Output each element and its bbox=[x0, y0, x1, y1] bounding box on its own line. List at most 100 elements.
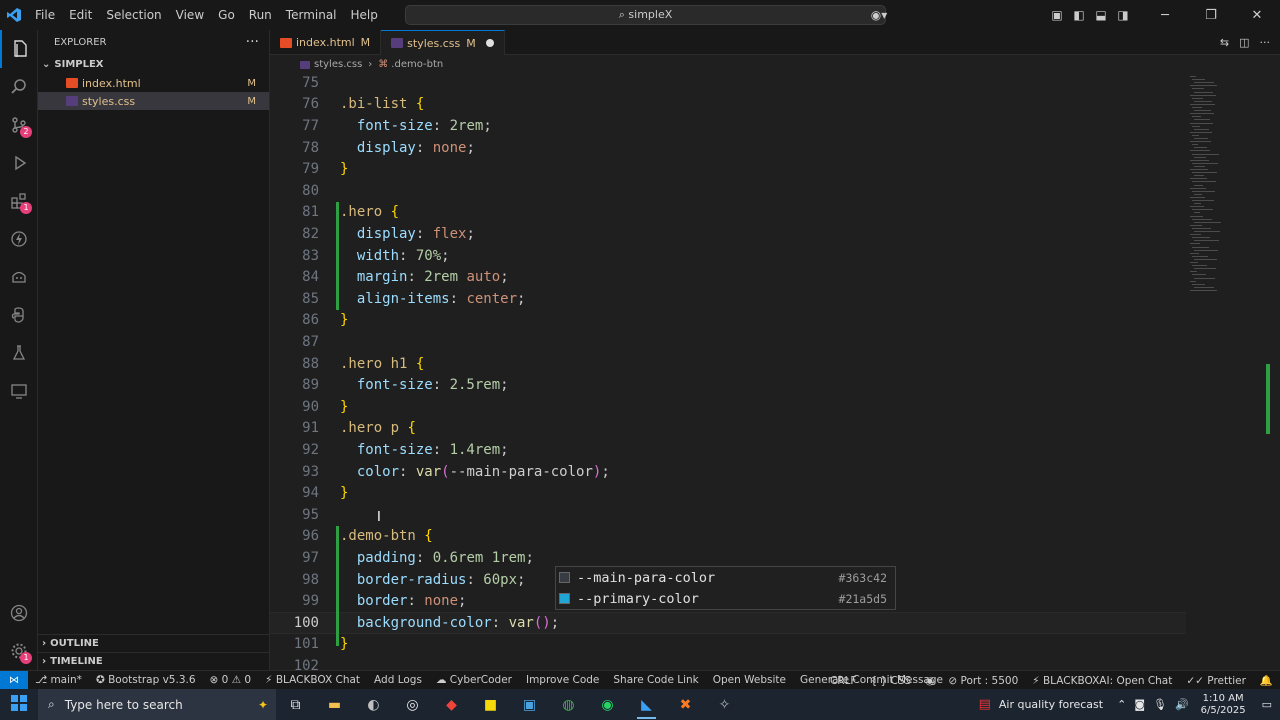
volume-icon[interactable]: 🔊 bbox=[1175, 698, 1189, 711]
taskbar-search-input[interactable]: ⌕ Type here to search ✦ bbox=[38, 689, 276, 720]
code-line[interactable]: 87 bbox=[270, 331, 1186, 353]
code-line[interactable]: 79} bbox=[270, 158, 1186, 180]
code-line[interactable]: 101} bbox=[270, 634, 1186, 656]
chrome-icon[interactable]: ◍ bbox=[549, 689, 588, 720]
remote-indicator-icon[interactable]: ⋈ bbox=[0, 670, 28, 690]
remote-explorer-icon[interactable] bbox=[0, 372, 38, 410]
improve-code[interactable]: Improve Code bbox=[519, 674, 606, 686]
code-line[interactable]: 90} bbox=[270, 396, 1186, 418]
code-line[interactable]: 96 .demo-btn { bbox=[270, 526, 1186, 548]
github-copilot-icon[interactable] bbox=[0, 258, 38, 296]
obs-icon[interactable]: ◎ bbox=[393, 689, 432, 720]
copilot-icon[interactable]: ◉▾ bbox=[862, 8, 896, 22]
code-line[interactable]: 92 font-size: 1.4rem; bbox=[270, 439, 1186, 461]
task-view-icon[interactable]: ⧉ bbox=[276, 689, 315, 720]
share-code-link[interactable]: Share Code Link bbox=[606, 674, 705, 686]
cybercoder[interactable]: ☁ CyberCoder bbox=[429, 674, 519, 686]
language-mode[interactable]: { } CSS bbox=[863, 675, 918, 687]
prettier-status[interactable]: ✓✓ Prettier bbox=[1179, 675, 1253, 687]
notification-center-icon[interactable]: ▭ bbox=[1262, 698, 1272, 711]
code-line[interactable]: 80 bbox=[270, 180, 1186, 202]
account-icon[interactable] bbox=[0, 594, 38, 632]
menu-selection[interactable]: Selection bbox=[99, 0, 168, 30]
terminal-app-icon[interactable]: ▣ bbox=[510, 689, 549, 720]
blackboxai-open-chat[interactable]: ⚡ BLACKBOXAI: Open Chat bbox=[1025, 675, 1179, 687]
minimap[interactable] bbox=[1186, 74, 1270, 670]
unsaved-dot-icon[interactable] bbox=[485, 39, 494, 47]
menu-terminal[interactable]: Terminal bbox=[279, 0, 344, 30]
file-explorer-icon[interactable]: ▬ bbox=[315, 689, 354, 720]
menu-run[interactable]: Run bbox=[242, 0, 279, 30]
sticky-notes-icon[interactable]: ■ bbox=[471, 689, 510, 720]
notifications-bell-icon[interactable]: 🔔 bbox=[1253, 674, 1280, 687]
line-ending[interactable]: CRLF bbox=[823, 675, 864, 687]
copilot-status-icon[interactable]: ◉ bbox=[918, 675, 941, 687]
app-icon[interactable]: ◐ bbox=[354, 689, 393, 720]
toggle-primary-sidebar-icon[interactable]: ◧ bbox=[1068, 8, 1090, 22]
open-changes-icon[interactable]: ⇆ bbox=[1220, 36, 1229, 49]
code-line[interactable]: 94} bbox=[270, 482, 1186, 504]
menu-edit[interactable]: Edit bbox=[62, 0, 99, 30]
toggle-secondary-sidebar-icon[interactable]: ◨ bbox=[1112, 8, 1134, 22]
file-styles-css[interactable]: styles.css M bbox=[38, 92, 269, 110]
vscode-taskbar-icon[interactable]: ◣ bbox=[627, 689, 666, 720]
add-logs[interactable]: Add Logs bbox=[367, 674, 429, 686]
menu-help[interactable]: Help bbox=[344, 0, 385, 30]
code-line[interactable]: 85 align-items: center; bbox=[270, 288, 1186, 310]
source-control-icon[interactable]: 2 bbox=[0, 106, 38, 144]
breadcrumb-symbol[interactable]: .demo-btn bbox=[391, 59, 443, 70]
whatsapp-icon[interactable]: ◉ bbox=[588, 689, 627, 720]
tab-styles-css[interactable]: styles.css M bbox=[381, 30, 505, 55]
code-line[interactable]: 86} bbox=[270, 310, 1186, 332]
menu-go[interactable]: Go bbox=[211, 0, 242, 30]
maximize-button[interactable]: ❐ bbox=[1188, 8, 1234, 23]
code-line[interactable]: 77 font-size: 2rem; bbox=[270, 115, 1186, 137]
menu-file[interactable]: File bbox=[28, 0, 62, 30]
menu-view[interactable]: View bbox=[169, 0, 211, 30]
code-line[interactable]: 91 .hero p { bbox=[270, 418, 1186, 440]
close-button[interactable]: ✕ bbox=[1234, 8, 1280, 23]
xampp-icon[interactable]: ✖ bbox=[666, 689, 705, 720]
manage-gear-icon[interactable]: 1 bbox=[0, 632, 38, 670]
toggle-panel-icon[interactable]: ⬓ bbox=[1090, 8, 1112, 22]
more-actions-icon[interactable]: ··· bbox=[1260, 36, 1271, 49]
code-line[interactable]: 83 width: 70%; bbox=[270, 245, 1186, 267]
anydesk-icon[interactable]: ◆ bbox=[432, 689, 471, 720]
code-line[interactable]: 84 margin: 2rem auto; bbox=[270, 266, 1186, 288]
git-branch[interactable]: ⎇ main* bbox=[28, 674, 89, 686]
run-debug-icon[interactable] bbox=[0, 144, 38, 182]
bootstrap-version[interactable]: ✪ Bootstrap v5.3.6 bbox=[89, 674, 203, 686]
app-settings-icon[interactable]: ✧ bbox=[705, 689, 744, 720]
suggestion-item[interactable]: --primary-color #21a5d5 bbox=[556, 588, 895, 609]
customize-layout-icon[interactable]: ▣ bbox=[1046, 8, 1068, 22]
testing-flask-icon[interactable] bbox=[0, 334, 38, 372]
more-actions-icon[interactable]: ··· bbox=[246, 34, 259, 50]
camera-icon[interactable]: ◙ bbox=[1134, 698, 1145, 711]
weather-label[interactable]: Air quality forecast bbox=[999, 698, 1103, 711]
explorer-icon[interactable] bbox=[0, 30, 38, 68]
problems-count[interactable]: ⊗ 0 ⚠ 0 bbox=[203, 674, 259, 686]
file-index-html[interactable]: index.html M bbox=[38, 74, 269, 92]
code-line[interactable]: 75 bbox=[270, 74, 1186, 94]
code-line[interactable]: 102 bbox=[270, 655, 1186, 670]
system-clock[interactable]: 1:10 AM 6/5/2025 bbox=[1193, 693, 1254, 717]
split-editor-icon[interactable]: ◫ bbox=[1239, 36, 1249, 49]
code-line[interactable]: 89 font-size: 2.5rem; bbox=[270, 374, 1186, 396]
show-hidden-icons-icon[interactable]: ⌃ bbox=[1117, 698, 1126, 711]
microphone-icon[interactable]: 🎙 bbox=[1153, 698, 1167, 711]
scrollbar-thumb[interactable] bbox=[1266, 364, 1270, 434]
code-line[interactable]: 95 bbox=[270, 504, 1186, 526]
python-icon[interactable] bbox=[0, 296, 38, 334]
tab-index-html[interactable]: index.html M bbox=[270, 30, 382, 55]
windows-start-icon[interactable] bbox=[0, 694, 38, 715]
search-icon[interactable] bbox=[0, 68, 38, 106]
suggestion-item[interactable]: --main-para-color #363c42 bbox=[556, 567, 895, 588]
minimize-button[interactable]: ─ bbox=[1142, 8, 1188, 23]
blackbox-chat[interactable]: ⚡ BLACKBOX Chat bbox=[258, 674, 367, 686]
code-line[interactable]: 76 .bi-list { bbox=[270, 94, 1186, 116]
code-line[interactable]: 100 background-color: var(); bbox=[270, 612, 1186, 634]
breadcrumb-file[interactable]: styles.css bbox=[314, 59, 362, 70]
folder-simplex[interactable]: ⌄ SIMPLEX bbox=[38, 54, 269, 74]
outline-section[interactable]: › OUTLINE bbox=[38, 634, 270, 652]
live-server-port[interactable]: ⊘ Port : 5500 bbox=[941, 675, 1025, 687]
